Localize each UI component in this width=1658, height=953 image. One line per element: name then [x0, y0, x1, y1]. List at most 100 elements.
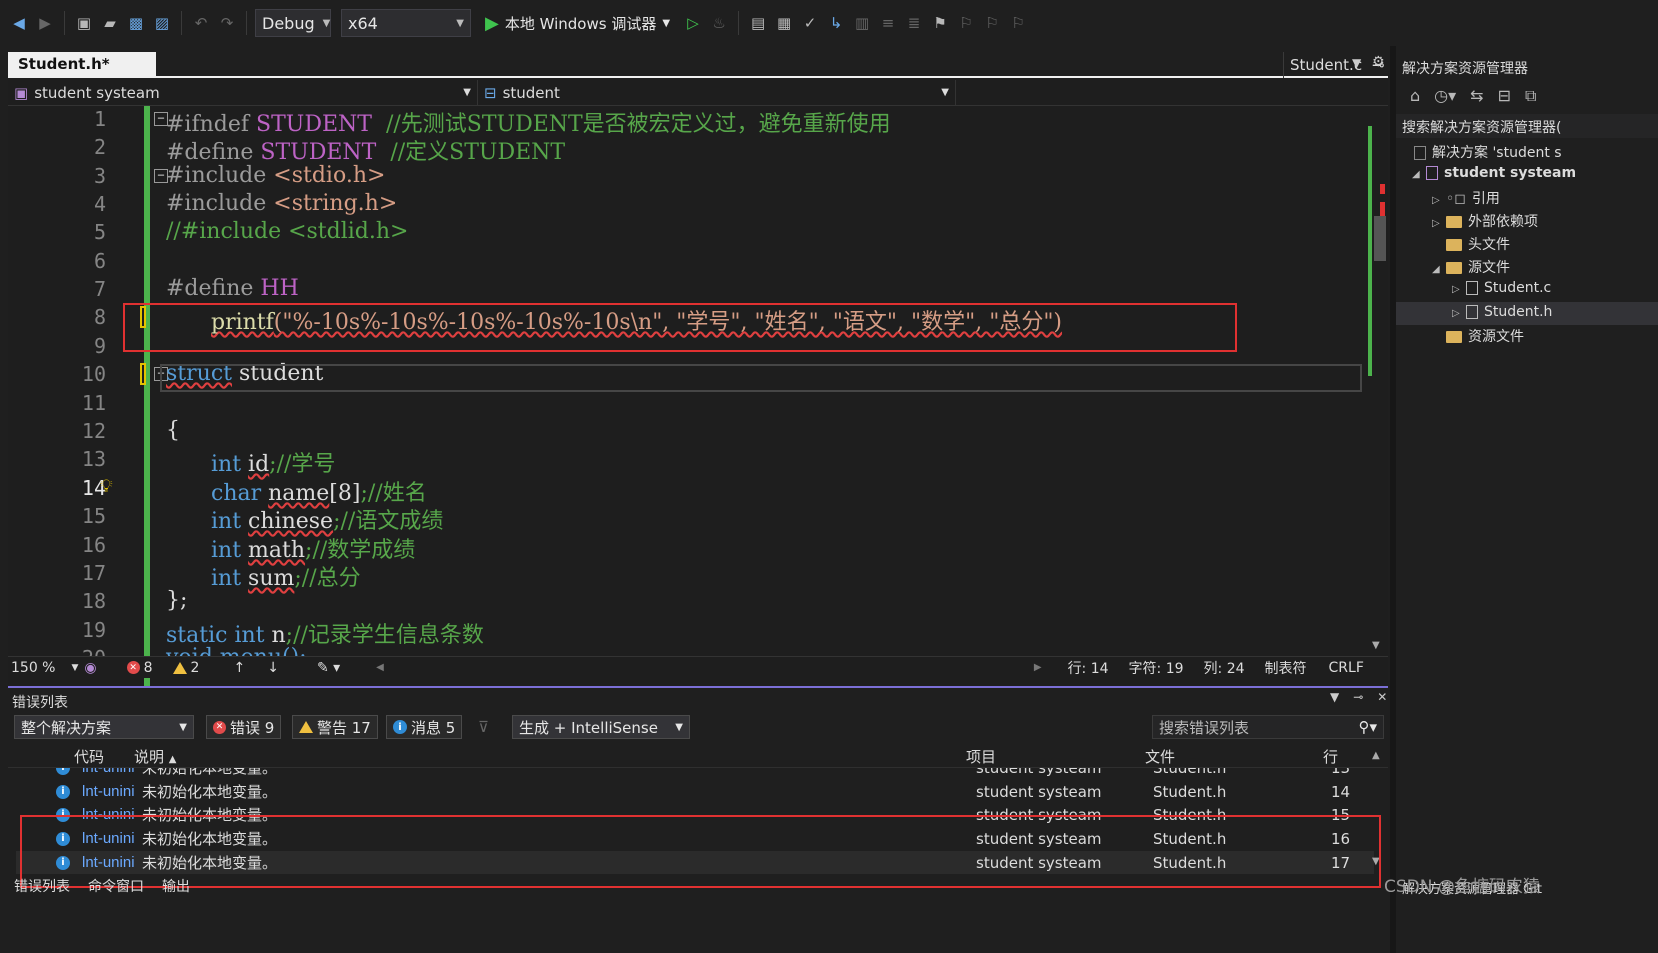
tab-error-list[interactable]: 错误列表 — [14, 876, 70, 896]
solution-search-input[interactable]: 搜索解决方案资源管理器( — [1396, 114, 1658, 138]
config-dropdown[interactable]: Debug ▼ — [255, 9, 331, 37]
tree-item-student-c[interactable]: ▷ Student.c — [1452, 280, 1551, 296]
folder-icon[interactable]: ▤ — [747, 12, 769, 34]
step-icon[interactable]: ↳ — [825, 12, 847, 34]
scope-dropdown[interactable]: ⊟ student ▼ — [478, 80, 956, 105]
prev-issue-icon[interactable]: ↑ — [233, 660, 245, 676]
cursor-col[interactable]: 列: 24 — [1204, 658, 1245, 678]
cursor-row[interactable]: 行: 14 — [1068, 658, 1109, 678]
scroll-thumb[interactable] — [1374, 216, 1386, 261]
messages-filter-button[interactable]: i 消息 5 — [386, 715, 463, 739]
error-search-input[interactable]: 搜索错误列表 ⚲▾ — [1152, 715, 1384, 739]
open-icon[interactable]: ▰ — [99, 12, 121, 34]
panel-dropdown-icon[interactable]: ▼ — [1330, 690, 1339, 704]
play-icon: ▶ — [485, 12, 499, 34]
cursor-char[interactable]: 字符: 19 — [1129, 658, 1184, 678]
bookmark-icon[interactable]: ⚑ — [929, 12, 951, 34]
expand-icon[interactable]: ◢ — [1432, 264, 1446, 275]
tree-item-references[interactable]: ▷ ◦◻ 引用 — [1432, 188, 1500, 208]
start-without-debug-icon[interactable]: ▷ — [682, 12, 704, 34]
errors-filter-button[interactable]: ✕ 错误 9 — [206, 715, 282, 739]
search-icon[interactable]: ⚲▾ — [1358, 718, 1377, 736]
indent-icon[interactable]: ≡ — [877, 12, 899, 34]
scope-filter-dropdown[interactable]: 整个解决方案 ▼ — [14, 715, 194, 739]
editor-scrollbar[interactable]: ▼ — [1366, 106, 1388, 656]
tree-item-external-deps[interactable]: ▷ 外部依赖项 — [1432, 211, 1538, 231]
outdent-icon[interactable]: ≣ — [903, 12, 925, 34]
info-icon: i — [56, 784, 70, 799]
editor-warning-count[interactable]: 2 — [172, 660, 199, 676]
tree-item-headers[interactable]: 头文件 — [1446, 234, 1510, 254]
line-number: 20 — [48, 646, 106, 656]
sync-icon[interactable]: ⇆ — [1470, 86, 1483, 106]
zoom-level[interactable]: 150 % — [11, 660, 55, 676]
history-icon[interactable]: ◷▾ — [1434, 86, 1456, 106]
format-icon[interactable]: ▥ — [851, 12, 873, 34]
column-header-project[interactable]: 项目 — [966, 746, 996, 767]
run-debugger-button[interactable]: ▶ 本地 Windows 调试器 ▼ — [485, 13, 670, 34]
column-header-file[interactable]: 文件 — [1145, 746, 1175, 767]
column-header-desc[interactable]: 说明 ▲ — [134, 746, 177, 767]
collapse-icon[interactable]: ▷ — [1432, 195, 1446, 206]
tree-item-project[interactable]: ◢ student systeam — [1412, 165, 1576, 181]
spellcheck-icon[interactable]: ✓ — [799, 12, 821, 34]
hscroll-left-icon[interactable]: ◀ — [376, 662, 384, 673]
column-header-code[interactable]: 代码 — [74, 746, 104, 767]
table-row[interactable]: i lnt-unini 未初始化本地变量。 student systeam St… — [16, 780, 1374, 803]
cleanup-icon[interactable]: ✎ ▾ — [317, 660, 340, 676]
panel-close-icon[interactable]: ✕ — [1377, 690, 1387, 704]
home-icon[interactable]: ⌂ — [1410, 86, 1420, 106]
warnings-filter-button[interactable]: 警告 17 — [292, 715, 378, 739]
lightbulb-icon[interactable]: 💡︎ — [100, 476, 113, 497]
build-filter-dropdown[interactable]: 生成 + IntelliSense ▼ — [512, 715, 690, 739]
tab-output[interactable]: 输出 — [162, 876, 190, 896]
editor-error-count[interactable]: ✕ 8 — [126, 660, 153, 676]
tab-overflow-icon[interactable]: ▼ — [1352, 56, 1361, 70]
panel-pin-icon[interactable]: ⊸ — [1353, 690, 1363, 704]
tree-item-resources[interactable]: 资源文件 — [1446, 326, 1524, 346]
table-row[interactable]: i lnt-unini 未初始化本地变量。 student systeam St… — [16, 768, 1374, 779]
bookmark-prev-icon[interactable]: ⚐ — [955, 12, 977, 34]
bookmark-next-icon[interactable]: ⚐ — [981, 12, 1003, 34]
errlist-scroll-up-icon[interactable]: ▲ — [1372, 750, 1380, 761]
folder-icon — [1446, 262, 1462, 274]
forward-icon[interactable]: ▶ — [34, 12, 56, 34]
save-all-icon[interactable]: ▨ — [151, 12, 173, 34]
errors-filter-label: 错误 9 — [230, 718, 275, 737]
scroll-down-icon[interactable]: ▼ — [1372, 640, 1380, 651]
zoom-dropdown-icon[interactable]: ▼ — [71, 663, 78, 673]
show-all-icon[interactable]: ⧉ — [1525, 86, 1536, 106]
copilot-icon[interactable]: ◉ — [84, 660, 96, 676]
row-code[interactable]: lnt-unini — [82, 768, 135, 776]
tree-item-student-h[interactable]: ▷ Student.h — [1396, 302, 1658, 325]
collapse-icon[interactable]: ▷ — [1432, 218, 1446, 229]
collapse-icon[interactable]: ▷ — [1452, 284, 1466, 295]
editor-status-bar: 150 % ▼ ◉ ✕ 8 2 ↑ ↓ ✎ ▾ ◀ ▶ 行: 14 字符: 19 … — [8, 656, 1388, 678]
hscroll-right-icon[interactable]: ▶ — [1034, 662, 1042, 673]
layout-icon[interactable]: ▦ — [773, 12, 795, 34]
bookmark-clear-icon[interactable]: ⚐ — [1007, 12, 1029, 34]
platform-dropdown[interactable]: x64 ▼ — [341, 9, 471, 37]
new-project-icon[interactable]: ▣ — [73, 12, 95, 34]
undo-icon[interactable]: ↶ — [190, 12, 212, 34]
collapse-icon[interactable]: ▷ — [1452, 308, 1466, 319]
redo-icon[interactable]: ↷ — [216, 12, 238, 34]
tab-student-h[interactable]: Student.h* — [8, 52, 156, 78]
collapse-all-icon[interactable]: ⊟ — [1498, 86, 1511, 106]
expand-icon[interactable]: ◢ — [1412, 169, 1426, 180]
hot-reload-icon[interactable]: ♨ — [708, 12, 730, 34]
save-icon[interactable]: ▩ — [125, 12, 147, 34]
back-icon[interactable]: ◀ — [8, 12, 30, 34]
line-number: 6 — [93, 249, 106, 273]
settings-gear-icon[interactable]: ⚙ — [1372, 54, 1385, 70]
tab-command-window[interactable]: 命令窗口 — [88, 876, 144, 896]
project-dropdown[interactable]: ▣ student systeam ▼ — [8, 80, 478, 105]
line-ending[interactable]: CRLF — [1329, 660, 1364, 676]
column-header-line[interactable]: 行 — [1323, 746, 1338, 767]
next-issue-icon[interactable]: ↓ — [267, 660, 279, 676]
filter-icon[interactable]: ⊽ — [478, 718, 489, 736]
indent-mode[interactable]: 制表符 — [1265, 658, 1307, 678]
tree-item-sources[interactable]: ◢ 源文件 — [1432, 257, 1510, 277]
tree-item-solution[interactable]: 解决方案 'student s — [1414, 142, 1562, 162]
row-code[interactable]: lnt-unini — [82, 783, 135, 800]
